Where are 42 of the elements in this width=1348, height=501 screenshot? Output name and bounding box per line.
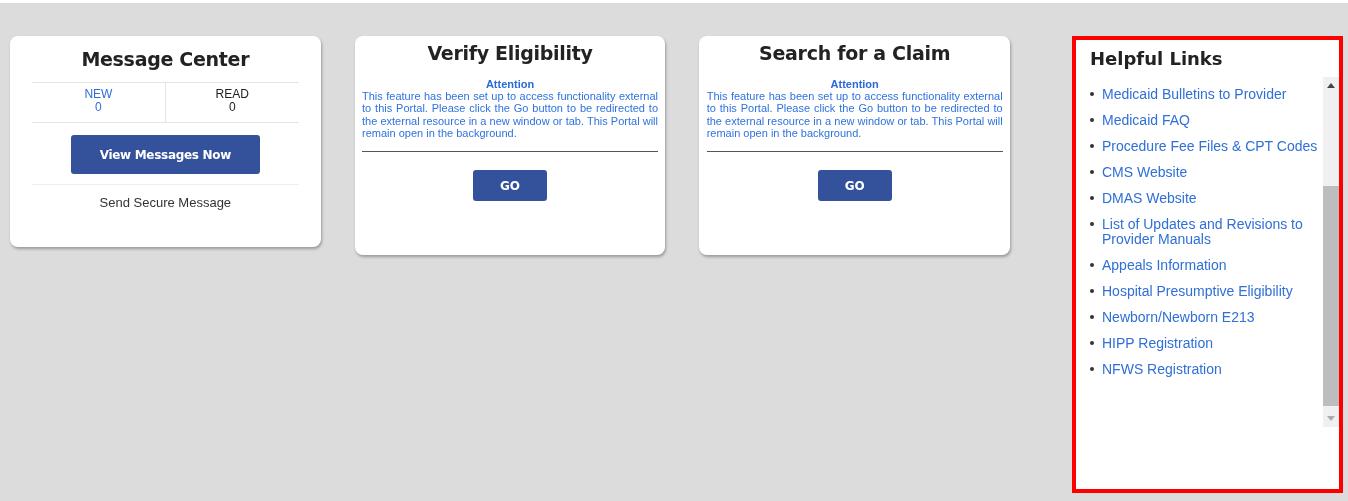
go-button[interactable]: GO: [473, 170, 547, 202]
scrollbar[interactable]: [1323, 77, 1339, 427]
helpful-link[interactable]: List of Updates and Revisions to Provider Manuals: [1102, 217, 1322, 247]
count-value: 0: [95, 101, 102, 114]
helpful-link[interactable]: Newborn/Newborn E213: [1102, 310, 1255, 325]
card-title: Search for a Claim: [759, 42, 951, 64]
bullet-icon: [1090, 289, 1094, 293]
count-value: 0: [228, 101, 236, 114]
attention-heading: Attention: [485, 78, 535, 90]
attention-heading: Attention: [830, 78, 879, 90]
count-label: READ: [215, 88, 249, 101]
helpful-link[interactable]: DMAS Website: [1102, 191, 1197, 206]
helpful-link[interactable]: Medicaid Bulletins to Provider: [1102, 87, 1287, 102]
helpful-link[interactable]: Hospital Presumptive Eligibility: [1102, 284, 1293, 299]
helpful-link[interactable]: NFWS Registration: [1102, 362, 1222, 377]
bullet-icon: [1090, 92, 1094, 96]
scrollbar-thumb[interactable]: [1323, 186, 1339, 406]
bullet-icon: [1090, 144, 1094, 148]
helpful-link[interactable]: CMS Website: [1102, 165, 1188, 180]
bullet-icon: [1090, 341, 1094, 345]
helpful-link[interactable]: Appeals Information: [1102, 258, 1227, 273]
helpful-link[interactable]: Medicaid FAQ: [1102, 113, 1190, 128]
card-title: Message Center: [81, 48, 250, 70]
view-messages-button[interactable]: View Messages Now: [70, 135, 260, 174]
count-label: NEW: [84, 88, 113, 101]
send-message-link[interactable]: Send Secure Message: [99, 195, 232, 210]
helpful-link[interactable]: Procedure Fee Files & CPT Codes: [1102, 139, 1318, 154]
card-title: Verify Eligibility: [427, 42, 593, 64]
bullet-icon: [1090, 196, 1094, 200]
bullet-icon: [1090, 222, 1094, 226]
notice-text: This feature has been set up to access functionality external to this Portal. Please click the Go button to be redirected to the external resource in a new window or tab. This Portal will remain open in the background.: [362, 90, 658, 140]
scroll-up-icon[interactable]: [1327, 83, 1335, 88]
scroll-down-icon[interactable]: [1327, 416, 1335, 421]
bullet-icon: [1090, 263, 1094, 267]
notice-text: This feature has been set up to access functionality external to this Portal. Please click the Go button to be redirected to the external resource in a new window or tab. This Portal will remain open in the background.: [706, 90, 1003, 140]
bullet-icon: [1090, 315, 1094, 319]
helpful-link[interactable]: HIPP Registration: [1102, 336, 1213, 351]
bullet-icon: [1090, 367, 1094, 371]
panel-title: Helpful Links: [1090, 48, 1224, 69]
bullet-icon: [1090, 170, 1094, 174]
bullet-icon: [1090, 118, 1094, 122]
go-button[interactable]: GO: [817, 170, 892, 202]
